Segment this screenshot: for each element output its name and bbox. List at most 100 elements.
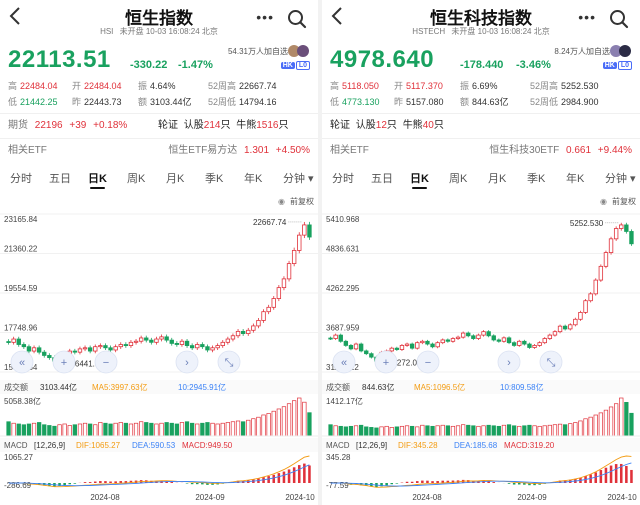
volume-bar bbox=[517, 425, 522, 437]
candle bbox=[364, 350, 369, 355]
candle bbox=[210, 347, 215, 351]
candle bbox=[179, 340, 185, 345]
stat-key: 昨 bbox=[72, 97, 82, 107]
volume-bar bbox=[16, 423, 21, 437]
chart-control-icon: + bbox=[383, 357, 389, 369]
y-tick-label: 21360.22 bbox=[4, 245, 38, 254]
adjust-icon: ◉ bbox=[600, 197, 607, 206]
tab-2[interactable]: 五日 bbox=[49, 170, 71, 186]
volume-bar bbox=[190, 422, 195, 437]
volume-bar bbox=[563, 424, 568, 437]
volume-bar bbox=[67, 425, 72, 437]
adjust-label: 前复权 bbox=[290, 196, 314, 206]
volume-bar bbox=[230, 421, 236, 437]
tab-3[interactable]: 日K bbox=[88, 170, 107, 189]
tab-1[interactable]: 分时 bbox=[332, 170, 354, 186]
tab-7[interactable]: 年K bbox=[244, 170, 262, 186]
stat-value: 4.64% bbox=[150, 81, 176, 91]
candle bbox=[542, 338, 547, 344]
volume-bar bbox=[225, 422, 230, 437]
tab-6[interactable]: 季K bbox=[527, 170, 545, 186]
volume-bar bbox=[425, 425, 430, 437]
tab-5[interactable]: 月K bbox=[488, 170, 506, 186]
candle bbox=[343, 340, 349, 346]
volume-max-label: 1412.17亿 bbox=[326, 396, 363, 406]
volume-bar bbox=[338, 425, 343, 437]
kline-chart[interactable]: 前复权◉23165.8421360.2219554.5917748.961594… bbox=[0, 194, 318, 505]
x-tick-label: 2024-08 bbox=[90, 493, 120, 502]
tab-4[interactable]: 周K bbox=[127, 170, 145, 186]
price-change-pct: -3.46% bbox=[516, 59, 551, 71]
volume-bar bbox=[200, 422, 205, 437]
y-tick-label: 5410.968 bbox=[326, 215, 360, 224]
volume-bar bbox=[333, 425, 338, 437]
candle bbox=[26, 346, 32, 352]
tab-6[interactable]: 季K bbox=[205, 170, 223, 186]
candle bbox=[271, 298, 276, 308]
volume-bar bbox=[374, 427, 379, 437]
candle bbox=[348, 345, 354, 350]
tab-5[interactable]: 月K bbox=[166, 170, 184, 186]
volume-bar bbox=[624, 402, 629, 437]
volume-bar bbox=[557, 423, 563, 437]
candle bbox=[486, 331, 491, 337]
tab-7[interactable]: 年K bbox=[566, 170, 584, 186]
volume-max-label: 5058.38亿 bbox=[4, 396, 41, 406]
level-badges: HK L0 bbox=[280, 61, 310, 70]
volume-bar bbox=[281, 406, 287, 437]
volume-bar bbox=[108, 423, 113, 437]
search-icon[interactable] bbox=[608, 8, 630, 30]
warrants-info[interactable]: 轮证 认股214只 牛熊1516只 bbox=[158, 118, 289, 134]
candle bbox=[409, 343, 415, 349]
macd-label: MACD bbox=[4, 441, 28, 450]
tab-8[interactable]: 分钟 ▾ bbox=[605, 170, 636, 186]
last-price: 22113.51 bbox=[8, 46, 111, 73]
stat-row: 低 21442.25 昨 22443.73 额 3103.44亿 52周低 14794.16 bbox=[8, 94, 310, 110]
etf-info[interactable]: 恒生ETF易方达 1.301 +4.50% bbox=[168, 143, 310, 159]
candle bbox=[240, 330, 246, 334]
candle bbox=[118, 344, 123, 348]
candle bbox=[466, 332, 471, 337]
more-icon[interactable]: ••• bbox=[256, 9, 274, 25]
stat-value: 5117.370 bbox=[406, 81, 443, 91]
kline-chart[interactable]: 前复权◉5410.9684836.6314262.2953687.9593113… bbox=[322, 194, 640, 505]
stat-value: 22667.74 bbox=[239, 81, 277, 91]
tab-4[interactable]: 周K bbox=[449, 170, 467, 186]
tab-3[interactable]: 日K bbox=[410, 170, 429, 189]
tab-8[interactable]: 分钟 ▾ bbox=[283, 170, 314, 186]
volume-bar bbox=[241, 421, 246, 437]
more-icon[interactable]: ••• bbox=[578, 9, 596, 25]
search-icon[interactable] bbox=[286, 8, 308, 30]
candle bbox=[149, 339, 154, 343]
volume-bar bbox=[62, 423, 67, 437]
etf-label: 相关ETF bbox=[8, 145, 47, 156]
volume-bar bbox=[256, 416, 261, 437]
y-tick-label: 17748.96 bbox=[4, 324, 38, 333]
stat-value: 14794.16 bbox=[239, 97, 277, 107]
volume-bar bbox=[128, 423, 134, 437]
candle bbox=[440, 339, 445, 344]
candle bbox=[573, 318, 578, 326]
volume-bar bbox=[410, 425, 415, 437]
stat-key: 高 bbox=[330, 81, 340, 91]
tab-1[interactable]: 分时 bbox=[10, 170, 32, 186]
volume-label: 成交额 bbox=[326, 382, 350, 392]
price-change: -178.440 bbox=[460, 59, 504, 71]
stat-key: 开 bbox=[72, 81, 82, 91]
candle bbox=[169, 339, 174, 344]
volume-bar bbox=[501, 424, 507, 437]
tab-2[interactable]: 五日 bbox=[371, 170, 393, 186]
candle bbox=[389, 347, 394, 352]
volume-bar bbox=[588, 416, 593, 437]
panel-hstech: 恒生科技指数 HSTECH 未开盘 10-03 16:08:24 北京 ••• … bbox=[322, 0, 640, 505]
etf-row[interactable]: 相关ETF 恒生科技30ETF 0.661 +9.44% bbox=[330, 143, 632, 159]
futures-change: +39 bbox=[69, 120, 87, 131]
volume-bar bbox=[542, 425, 547, 437]
candle bbox=[87, 347, 93, 352]
futures-warrants-row[interactable]: 期货 22196 +39 +0.18% 轮证 认股214只 牛熊1516只 bbox=[8, 118, 310, 134]
warrants-bull-unit: 只 bbox=[433, 120, 444, 131]
warrants-row[interactable]: 轮证 认股12只 牛熊40只 bbox=[330, 118, 632, 134]
etf-info[interactable]: 恒生科技30ETF 0.661 +9.44% bbox=[489, 143, 632, 159]
etf-row[interactable]: 相关ETF 恒生ETF易方达 1.301 +4.50% bbox=[8, 143, 310, 159]
stat-key: 昨 bbox=[394, 97, 404, 107]
